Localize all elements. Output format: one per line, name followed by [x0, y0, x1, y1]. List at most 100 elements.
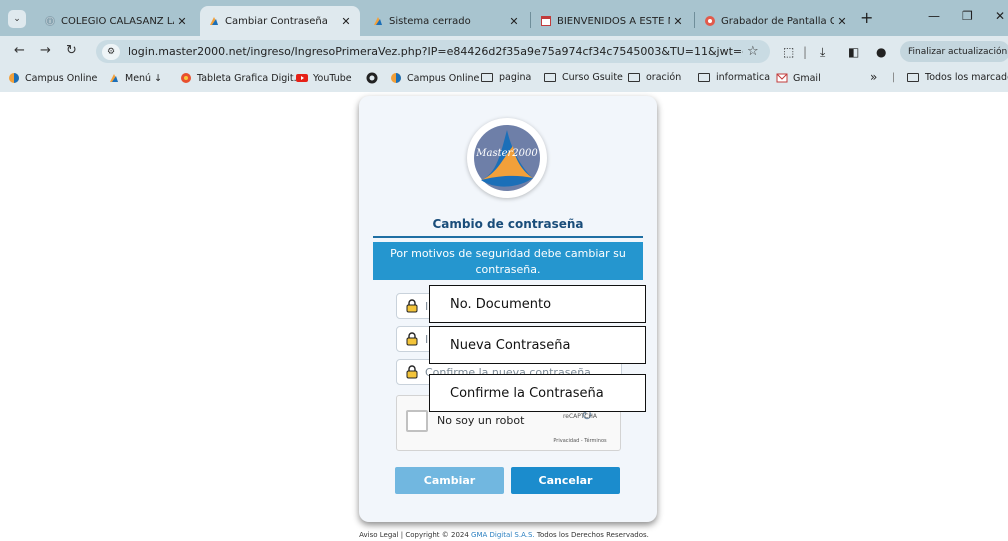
folder-icon [628, 73, 640, 82]
svg-text:ⓘ: ⓘ [46, 17, 54, 26]
bookmarks-bar: Campus Online Menú ↓ Tableta Grafica Dig… [0, 66, 1008, 92]
folder-icon [907, 73, 919, 82]
close-icon[interactable]: ✕ [506, 15, 522, 28]
bookmark-star-icon[interactable]: ☆ [747, 44, 759, 59]
cancel-button[interactable]: Cancelar [511, 467, 620, 494]
reload-icon[interactable]: ↻ [66, 43, 77, 58]
site-settings-icon[interactable]: ⚙ [102, 43, 120, 60]
url-text[interactable]: login.master2000.net/ingreso/IngresoPrim… [128, 45, 743, 58]
tab-title: BIENVENIDOS A ESTE NUEV [557, 15, 670, 27]
tableta-icon [181, 73, 191, 83]
tab-title: COLEGIO CALASANZ LA ESF [61, 15, 174, 27]
close-icon[interactable]: ✕ [834, 15, 850, 28]
close-icon[interactable]: ✕ [670, 15, 686, 28]
bookmark-label: Tableta Grafica Digit... [197, 72, 303, 84]
recaptcha-checkbox[interactable] [406, 410, 428, 432]
new-tab-button[interactable]: + [860, 8, 873, 27]
bookmark-folder-curso-gsuite[interactable]: Curso Gsuite [544, 72, 623, 83]
folder-icon [481, 73, 493, 82]
bookmark-tableta[interactable]: Tableta Grafica Digit... [180, 72, 303, 84]
tab-title: Grabador de Pantalla Gratis [721, 15, 834, 27]
bookmark-campus-online[interactable]: Campus Online [8, 72, 97, 84]
folder-icon [698, 73, 710, 82]
download-icon[interactable]: ⤓ [820, 45, 825, 60]
footer: Aviso Legal | Copyright © 2024 GMA Digit… [0, 531, 1008, 539]
tab-divider [694, 12, 695, 28]
footer-prefix: Aviso Legal | Copyright © 2024 [359, 531, 472, 539]
master2000-logo: Master2000 [467, 118, 547, 198]
bookmark-gmail[interactable]: Gmail [776, 72, 821, 84]
tab-bienvenidos[interactable]: BIENVENIDOS A ESTE NUEV ✕ [532, 6, 692, 36]
extensions-icon[interactable]: ⬚ [783, 45, 794, 59]
folder-icon [544, 73, 556, 82]
bookmark-label: Curso Gsuite [562, 72, 623, 83]
lock-icon [406, 332, 418, 346]
title-divider [373, 236, 643, 238]
campus-icon [9, 73, 19, 83]
annotation-confirm-password: Confirme la Contraseña [429, 374, 646, 412]
bookmark-folder-oracion[interactable]: oración [628, 72, 681, 83]
youtube-icon [296, 74, 308, 82]
footer-company-link[interactable]: GMA Digital S.A.S. [471, 531, 535, 539]
tab-sistema-cerrado[interactable]: Sistema cerrado ✕ [364, 6, 528, 36]
close-icon[interactable]: ✕ [338, 15, 354, 28]
tab-cambiar-contrasena[interactable]: Cambiar Contraseña ✕ [200, 6, 360, 36]
github-icon [366, 72, 378, 84]
bookmark-menu[interactable]: Menú ↓ [108, 72, 162, 84]
tab-grabador[interactable]: Grabador de Pantalla Gratis ✕ [696, 6, 856, 36]
master2000-icon [210, 17, 218, 25]
side-panel-icon[interactable]: ◧ [848, 45, 859, 59]
navigation-bar: ← → ↻ ⚙ login.master2000.net/ingreso/Ing… [0, 36, 1008, 66]
record-icon [705, 16, 715, 26]
gmail-icon [776, 73, 788, 83]
footer-suffix: Todos los Derechos Reservados. [534, 531, 649, 539]
logo-icon: Master2000 [474, 125, 540, 191]
back-arrow-icon[interactable]: ← [14, 43, 25, 58]
tab-search-button[interactable]: ⌄ [8, 10, 26, 28]
logo-text: Master2000 [475, 148, 538, 159]
annotation-new-password: Nueva Contraseña [429, 326, 646, 364]
tab-colegio-calasanz[interactable]: ⓘ COLEGIO CALASANZ LA ESF ✕ [36, 6, 196, 36]
bookmark-label: Menú ↓ [125, 72, 163, 84]
page-title: Cambio de contraseña [432, 217, 584, 231]
restore-button[interactable]: ❐ [962, 9, 973, 23]
bookmark-label: Gmail [793, 72, 821, 84]
bookmarks-overflow-icon[interactable]: » [870, 70, 877, 84]
school-icon: ⓘ [45, 16, 55, 26]
update-button[interactable]: Finalizar actualización [900, 41, 1008, 62]
bookmark-label: oración [646, 72, 682, 83]
menu-icon [110, 74, 118, 82]
recaptcha-brand: reCAPTCHA [562, 413, 598, 420]
security-notice: Por motivos de seguridad debe cambiar su… [373, 242, 643, 280]
all-bookmarks-folder[interactable]: Todos los marcadores [907, 72, 1008, 83]
tab-title: Sistema cerrado [389, 15, 471, 27]
lock-icon [406, 365, 418, 379]
avatar[interactable]: ● [876, 45, 886, 59]
chevron-down-icon: ⌄ [13, 14, 21, 24]
change-button[interactable]: Cambiar [395, 467, 504, 494]
calendar-icon [541, 16, 551, 26]
toolbar-divider: | [803, 45, 808, 59]
minimize-button[interactable]: — [928, 9, 940, 23]
bookmark-campus-online-2[interactable]: Campus Online [390, 72, 479, 84]
tab-divider [530, 12, 531, 28]
close-icon[interactable]: ✕ [174, 15, 190, 28]
close-window-button[interactable]: ✕ [995, 9, 1005, 23]
campus-icon [391, 73, 401, 83]
lock-icon [406, 299, 418, 313]
forward-arrow-icon[interactable]: → [40, 43, 51, 58]
bookmark-label: pagina [499, 72, 532, 83]
master2000-icon [374, 17, 382, 25]
tab-title: Cambiar Contraseña [225, 15, 328, 27]
recaptcha-label: No soy un robot [437, 414, 525, 427]
bookmark-label: Todos los marcadores [925, 72, 1008, 83]
address-bar[interactable]: ⚙ login.master2000.net/ingreso/IngresoPr… [96, 40, 770, 63]
tab-strip: ⌄ ⓘ COLEGIO CALASANZ LA ESF ✕ Cambiar Co… [0, 0, 1008, 36]
bookmark-folder-pagina[interactable]: pagina [481, 72, 531, 83]
bookmark-github[interactable] [366, 72, 383, 84]
bookmark-label: Campus Online [25, 72, 98, 84]
bookmark-folder-informatica[interactable]: informatica [698, 72, 770, 83]
bookmark-youtube[interactable]: YouTube [296, 72, 352, 84]
update-label: Finalizar actualización [908, 46, 1008, 57]
recaptcha-links[interactable]: Privacidad - Términos [547, 438, 613, 444]
